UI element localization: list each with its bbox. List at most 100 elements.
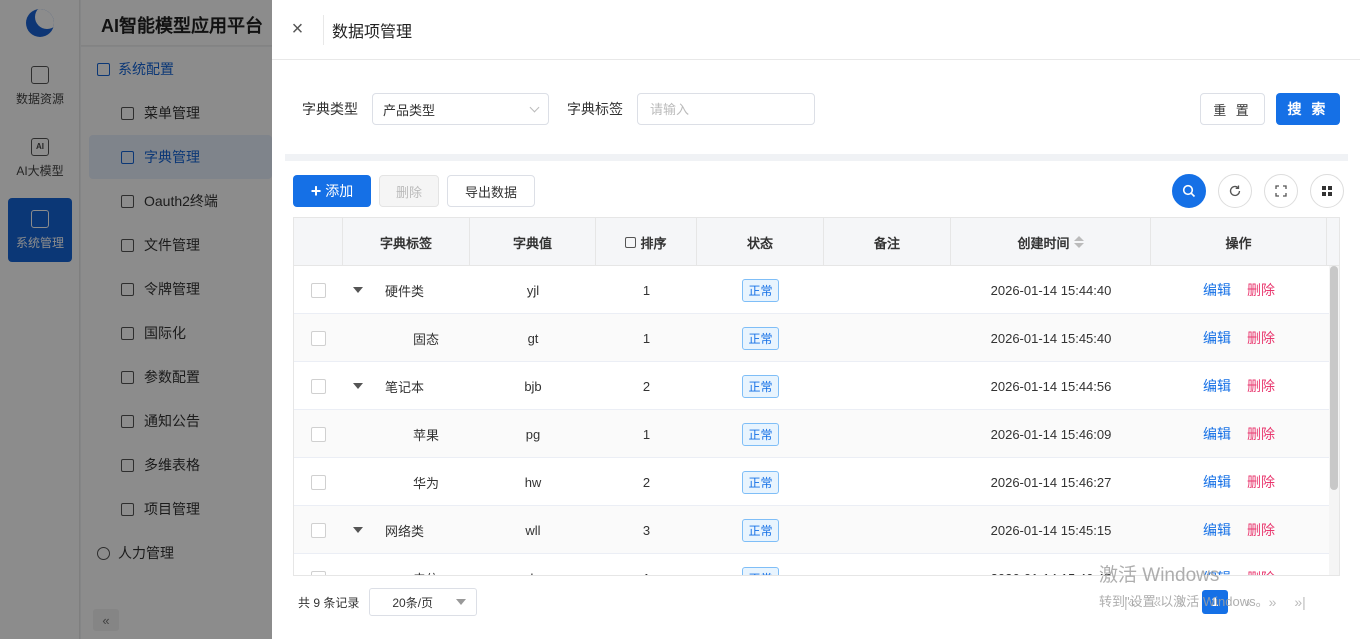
next-group-button[interactable]: » xyxy=(1269,594,1277,610)
close-icon[interactable]: × xyxy=(272,14,324,45)
expand-toggle-icon[interactable] xyxy=(353,383,363,389)
edit-link[interactable]: 编辑 xyxy=(1203,328,1231,348)
dict-type-select[interactable]: 产品类型 xyxy=(372,93,549,125)
actions-cell: 编辑删除 xyxy=(1151,314,1327,362)
delete-link[interactable]: 删除 xyxy=(1247,520,1275,540)
table-row[interactable]: 固态 gt 1 正常 2026-01-14 15:45:40 编辑 删除 xyxy=(294,314,1339,362)
created-cell: 2026-01-14 15:45:15 xyxy=(990,522,1112,538)
drawer-header: × 数据项管理 xyxy=(272,0,1360,60)
page-size-select[interactable]: 20条/页 xyxy=(369,588,478,616)
row-select-cell xyxy=(294,266,343,314)
edit-link[interactable]: 编辑 xyxy=(1203,280,1231,300)
expand-toggle-icon[interactable] xyxy=(353,287,363,293)
created-cell: 2026-01-14 15:45:40 xyxy=(990,330,1112,346)
label-cell: 笔记本 xyxy=(343,362,470,410)
status-cell: 正常 xyxy=(697,506,824,554)
table-header: 字典标签 字典值 排序 状态 备注 创建时间 操作 xyxy=(294,218,1339,266)
created-cell: 2026-01-14 15:46:27 xyxy=(990,474,1112,490)
dict-tag-input[interactable] xyxy=(637,93,815,125)
sort-cell: 1 xyxy=(596,554,697,576)
expand-toggle-icon[interactable] xyxy=(353,527,363,533)
dict-label: 固态 xyxy=(413,331,440,347)
created-cell: 2026-01-14 15:44:40 xyxy=(990,282,1112,298)
row-checkbox[interactable] xyxy=(311,282,326,298)
search-button[interactable]: 搜 索 xyxy=(1276,93,1340,125)
row-select-cell xyxy=(294,506,343,554)
sort-cell: 2 xyxy=(642,378,651,394)
scrollbar-thumb[interactable] xyxy=(1330,266,1338,490)
chevron-down-icon xyxy=(529,102,540,112)
header-created[interactable]: 创建时间 xyxy=(951,218,1151,266)
table-row[interactable]: 电信 dx1 正常 2026-01-14 15:46:45 编辑 删除 xyxy=(294,554,1339,576)
columns-icon[interactable] xyxy=(1310,174,1344,208)
edit-link[interactable]: 编辑 xyxy=(1203,520,1231,540)
table-row[interactable]: 硬件类 yjl 1 正常 2026-01-14 15:44:40 编辑 删除 xyxy=(294,266,1339,314)
status-badge: 正常 xyxy=(742,374,779,398)
pagination: |« « ‹ 1 › » »| xyxy=(1124,590,1306,614)
delete-link[interactable]: 删除 xyxy=(1247,280,1275,300)
page-size-value: 20条/页 xyxy=(392,595,434,610)
sort-cell: 1 xyxy=(642,330,651,346)
plus-icon: + xyxy=(310,181,322,201)
search-icon[interactable] xyxy=(1172,174,1206,208)
table-row[interactable]: 苹果 pg 1 正常 2026-01-14 15:46:09 编辑 删除 xyxy=(294,410,1339,458)
delete-link[interactable]: 删除 xyxy=(1247,424,1275,444)
refresh-icon[interactable] xyxy=(1218,174,1252,208)
header-status: 状态 xyxy=(697,218,824,266)
delete-link[interactable]: 删除 xyxy=(1247,472,1275,492)
next-page-button[interactable]: › xyxy=(1246,594,1251,610)
row-checkbox[interactable] xyxy=(311,426,326,442)
prev-page-button[interactable]: ‹ xyxy=(1179,594,1184,610)
actions-cell: 编辑删除 xyxy=(1151,458,1327,506)
row-checkbox[interactable] xyxy=(311,378,326,394)
delete-link[interactable]: 删除 xyxy=(1247,568,1275,575)
status-cell: 正常 xyxy=(697,458,824,506)
row-checkbox[interactable] xyxy=(311,474,326,490)
edit-link[interactable]: 编辑 xyxy=(1203,424,1231,444)
delete-link[interactable]: 删除 xyxy=(1247,328,1275,348)
dict-type-value: 产品类型 xyxy=(383,102,436,118)
delete-button[interactable]: 删除 xyxy=(379,175,439,207)
table-row[interactable]: 华为 hw 2 正常 2026-01-14 15:46:27 编辑 删除 xyxy=(294,458,1339,506)
last-page-button[interactable]: »| xyxy=(1294,594,1305,610)
status-badge: 正常 xyxy=(742,422,779,446)
delete-link[interactable]: 删除 xyxy=(1247,376,1275,396)
first-page-button[interactable]: |« xyxy=(1124,594,1135,610)
remark-cell xyxy=(824,554,951,575)
reset-button[interactable]: 重 置 xyxy=(1200,93,1265,125)
header-value: 字典值 xyxy=(470,218,596,266)
row-select-cell xyxy=(294,458,343,506)
row-checkbox[interactable] xyxy=(311,570,326,575)
status-cell: 正常 xyxy=(697,266,824,314)
actions-cell: 编辑删除 xyxy=(1151,362,1327,410)
remark-cell xyxy=(824,362,951,410)
add-label: 添加 xyxy=(325,183,354,199)
label-cell: 固态 xyxy=(343,314,470,362)
dict-tag-label: 字典标签 xyxy=(567,101,623,117)
sort-cell: 1 xyxy=(642,426,651,442)
edit-link[interactable]: 编辑 xyxy=(1203,376,1231,396)
header-sort: 排序 xyxy=(596,218,697,266)
row-checkbox[interactable] xyxy=(311,330,326,346)
prev-group-button[interactable]: « xyxy=(1153,594,1161,610)
header-select xyxy=(294,218,343,266)
sort-icon[interactable] xyxy=(1073,236,1084,248)
dict-label: 网络类 xyxy=(385,523,425,539)
table-tools xyxy=(1172,174,1344,208)
label-cell: 硬件类 xyxy=(343,266,470,314)
row-checkbox[interactable] xyxy=(311,522,326,538)
sort-cell: 2 xyxy=(642,474,651,490)
table-row[interactable]: 笔记本 bjb 2 正常 2026-01-14 15:44:56 编辑 删除 xyxy=(294,362,1339,410)
export-button[interactable]: 导出数据 xyxy=(447,175,535,207)
status-badge: 正常 xyxy=(742,518,779,542)
label-cell: 电信 xyxy=(343,554,470,576)
dict-label: 硬件类 xyxy=(385,283,425,299)
current-page[interactable]: 1 xyxy=(1201,590,1228,614)
remark-cell xyxy=(824,410,951,458)
add-button[interactable]: + 添加 xyxy=(293,175,371,207)
edit-link[interactable]: 编辑 xyxy=(1203,568,1231,575)
edit-link[interactable]: 编辑 xyxy=(1203,472,1231,492)
table-row[interactable]: 网络类 wll 3 正常 2026-01-14 15:45:15 编辑 删除 xyxy=(294,506,1339,554)
status-badge: 正常 xyxy=(742,566,779,575)
fullscreen-icon[interactable] xyxy=(1264,174,1298,208)
